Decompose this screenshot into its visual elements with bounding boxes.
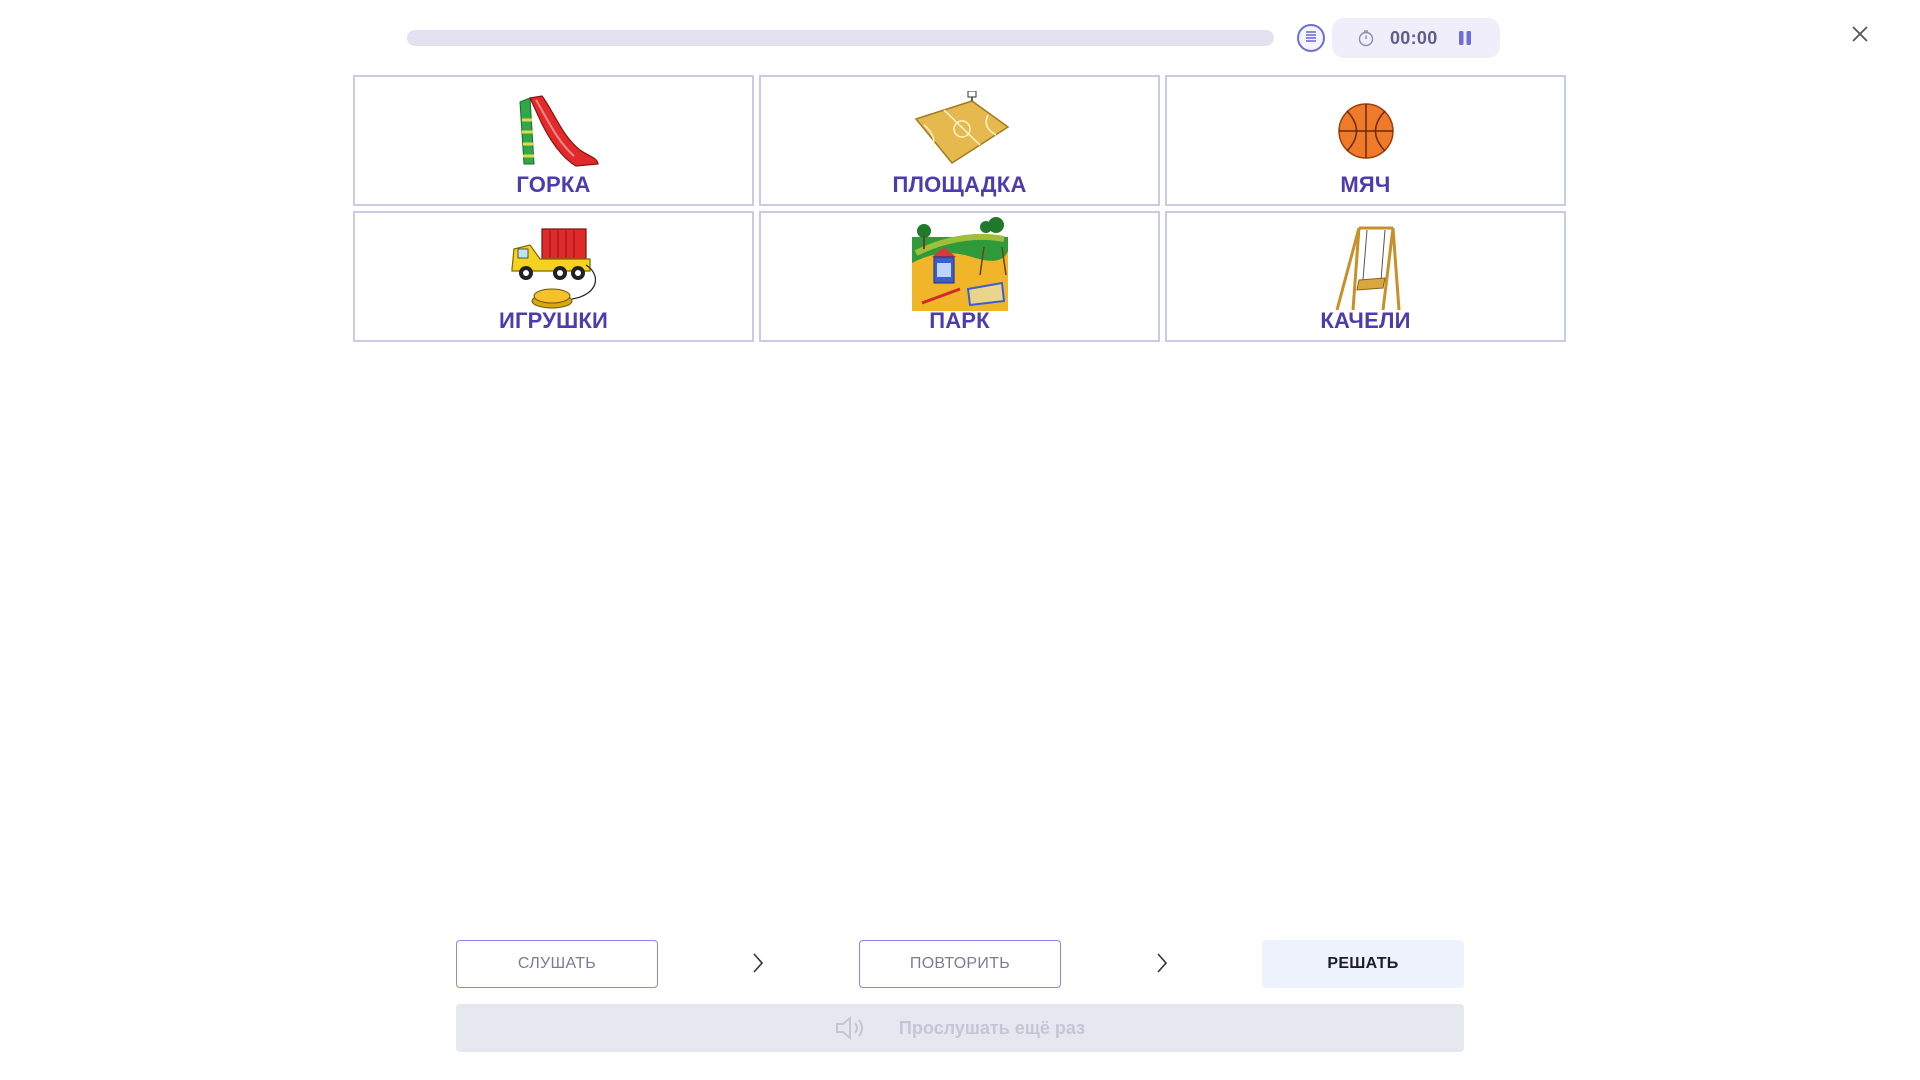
pause-icon[interactable]	[1456, 28, 1474, 48]
card-label: ПЛОЩАДКА	[892, 172, 1027, 197]
park-icon	[910, 217, 1010, 311]
card-label: ПАРК	[929, 308, 990, 333]
repeat-button[interactable]: ПОВТОРИТЬ	[859, 940, 1061, 988]
stopwatch-icon	[1356, 28, 1376, 48]
card-label: МЯЧ	[1340, 172, 1391, 197]
timer: 00:00	[1332, 18, 1500, 58]
progress-bar	[407, 30, 1274, 46]
card-label: ИГРУШКИ	[498, 308, 609, 333]
swing-icon	[1316, 223, 1416, 311]
timer-value: 00:00	[1390, 27, 1438, 48]
card-court[interactable]: ПЛОЩАДКА	[759, 75, 1160, 206]
speaker-icon	[835, 1015, 869, 1041]
card-ball[interactable]: МЯЧ	[1165, 75, 1566, 206]
close-button[interactable]	[1846, 22, 1874, 50]
replay-label: Прослушать ещё раз	[898, 1017, 1086, 1038]
word-card-grid: ГОРКА ПЛОЩАДКА МЯЧ ИГРУШКИ ПАРК КАЧЕЛИ	[353, 75, 1567, 342]
listen-button[interactable]: СЛУШАТЬ	[456, 940, 658, 988]
card-toys[interactable]: ИГРУШКИ	[353, 211, 754, 342]
card-label: КАЧЕЛИ	[1320, 308, 1411, 333]
card-label: ГОРКА	[516, 172, 591, 197]
toy-truck-icon	[504, 223, 604, 311]
list-icon	[1304, 29, 1318, 48]
slide-icon	[504, 87, 604, 175]
list-button[interactable]	[1297, 24, 1325, 52]
card-swing[interactable]: КАЧЕЛИ	[1165, 211, 1566, 342]
ball-icon	[1316, 87, 1416, 175]
card-park[interactable]: ПАРК	[759, 211, 1160, 342]
card-slide[interactable]: ГОРКА	[353, 75, 754, 206]
replay-button[interactable]: Прослушать ещё раз	[456, 1004, 1464, 1052]
close-icon	[1851, 25, 1869, 48]
chevron-right-icon	[1153, 950, 1171, 976]
chevron-right-icon	[749, 950, 767, 976]
court-icon	[910, 87, 1010, 175]
solve-button[interactable]: РЕШАТЬ	[1262, 940, 1464, 988]
